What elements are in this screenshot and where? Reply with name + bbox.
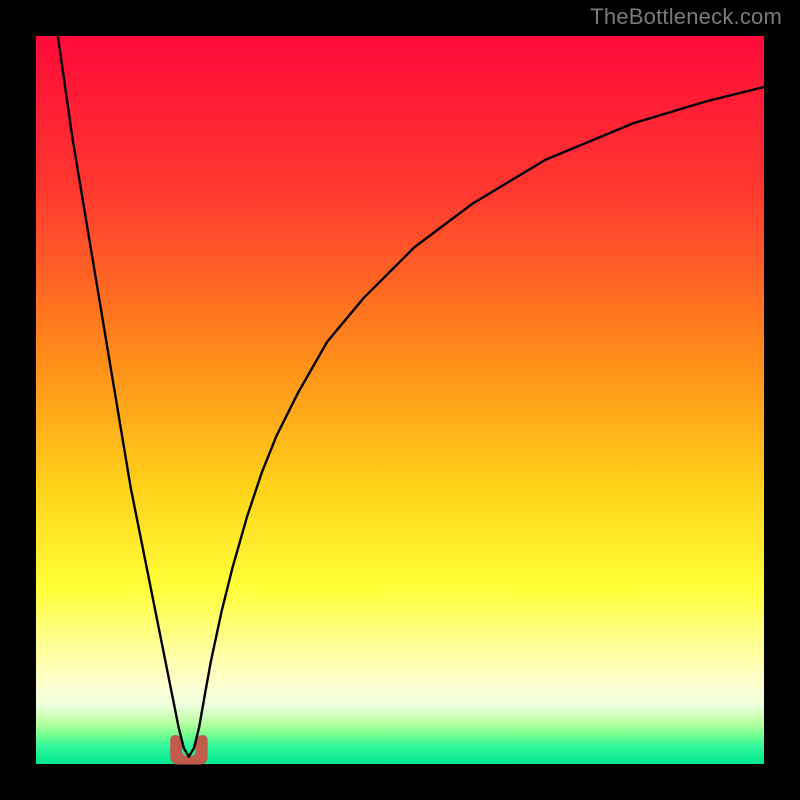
chart-svg bbox=[0, 0, 800, 800]
chart-frame: TheBottleneck.com bbox=[0, 0, 800, 800]
watermark-text: TheBottleneck.com bbox=[590, 4, 782, 30]
plot-background bbox=[36, 36, 764, 764]
